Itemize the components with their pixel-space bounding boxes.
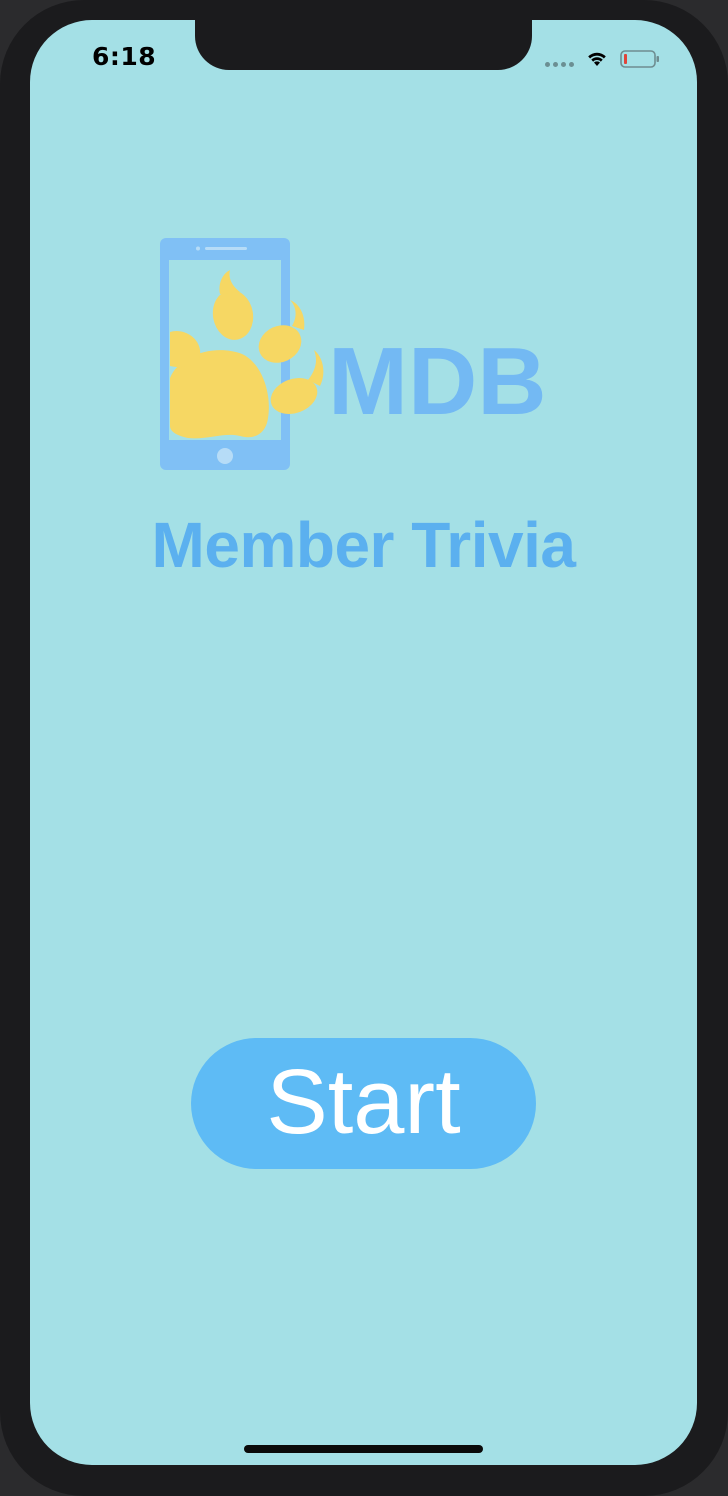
app-window: 6:18 MDB Member Trivia Start xyxy=(0,0,728,1496)
app-screen: 6:18 MDB Member Trivia Start xyxy=(30,20,697,1465)
device-frame: 6:18 MDB Member Trivia Start xyxy=(0,0,728,1496)
wifi-icon xyxy=(588,52,606,66)
page-title: Member Trivia xyxy=(151,509,576,581)
device-notch xyxy=(195,20,532,70)
start-button[interactable]: Start xyxy=(191,1038,536,1169)
battery-low-icon xyxy=(620,50,659,68)
home-indicator[interactable] xyxy=(244,1445,483,1453)
status-time: 6:18 xyxy=(92,42,157,71)
mdb-logo: MDB xyxy=(160,238,547,470)
signal-dots-icon xyxy=(545,62,574,67)
start-button-label: Start xyxy=(266,1050,461,1153)
svg-text:MDB: MDB xyxy=(328,328,547,435)
